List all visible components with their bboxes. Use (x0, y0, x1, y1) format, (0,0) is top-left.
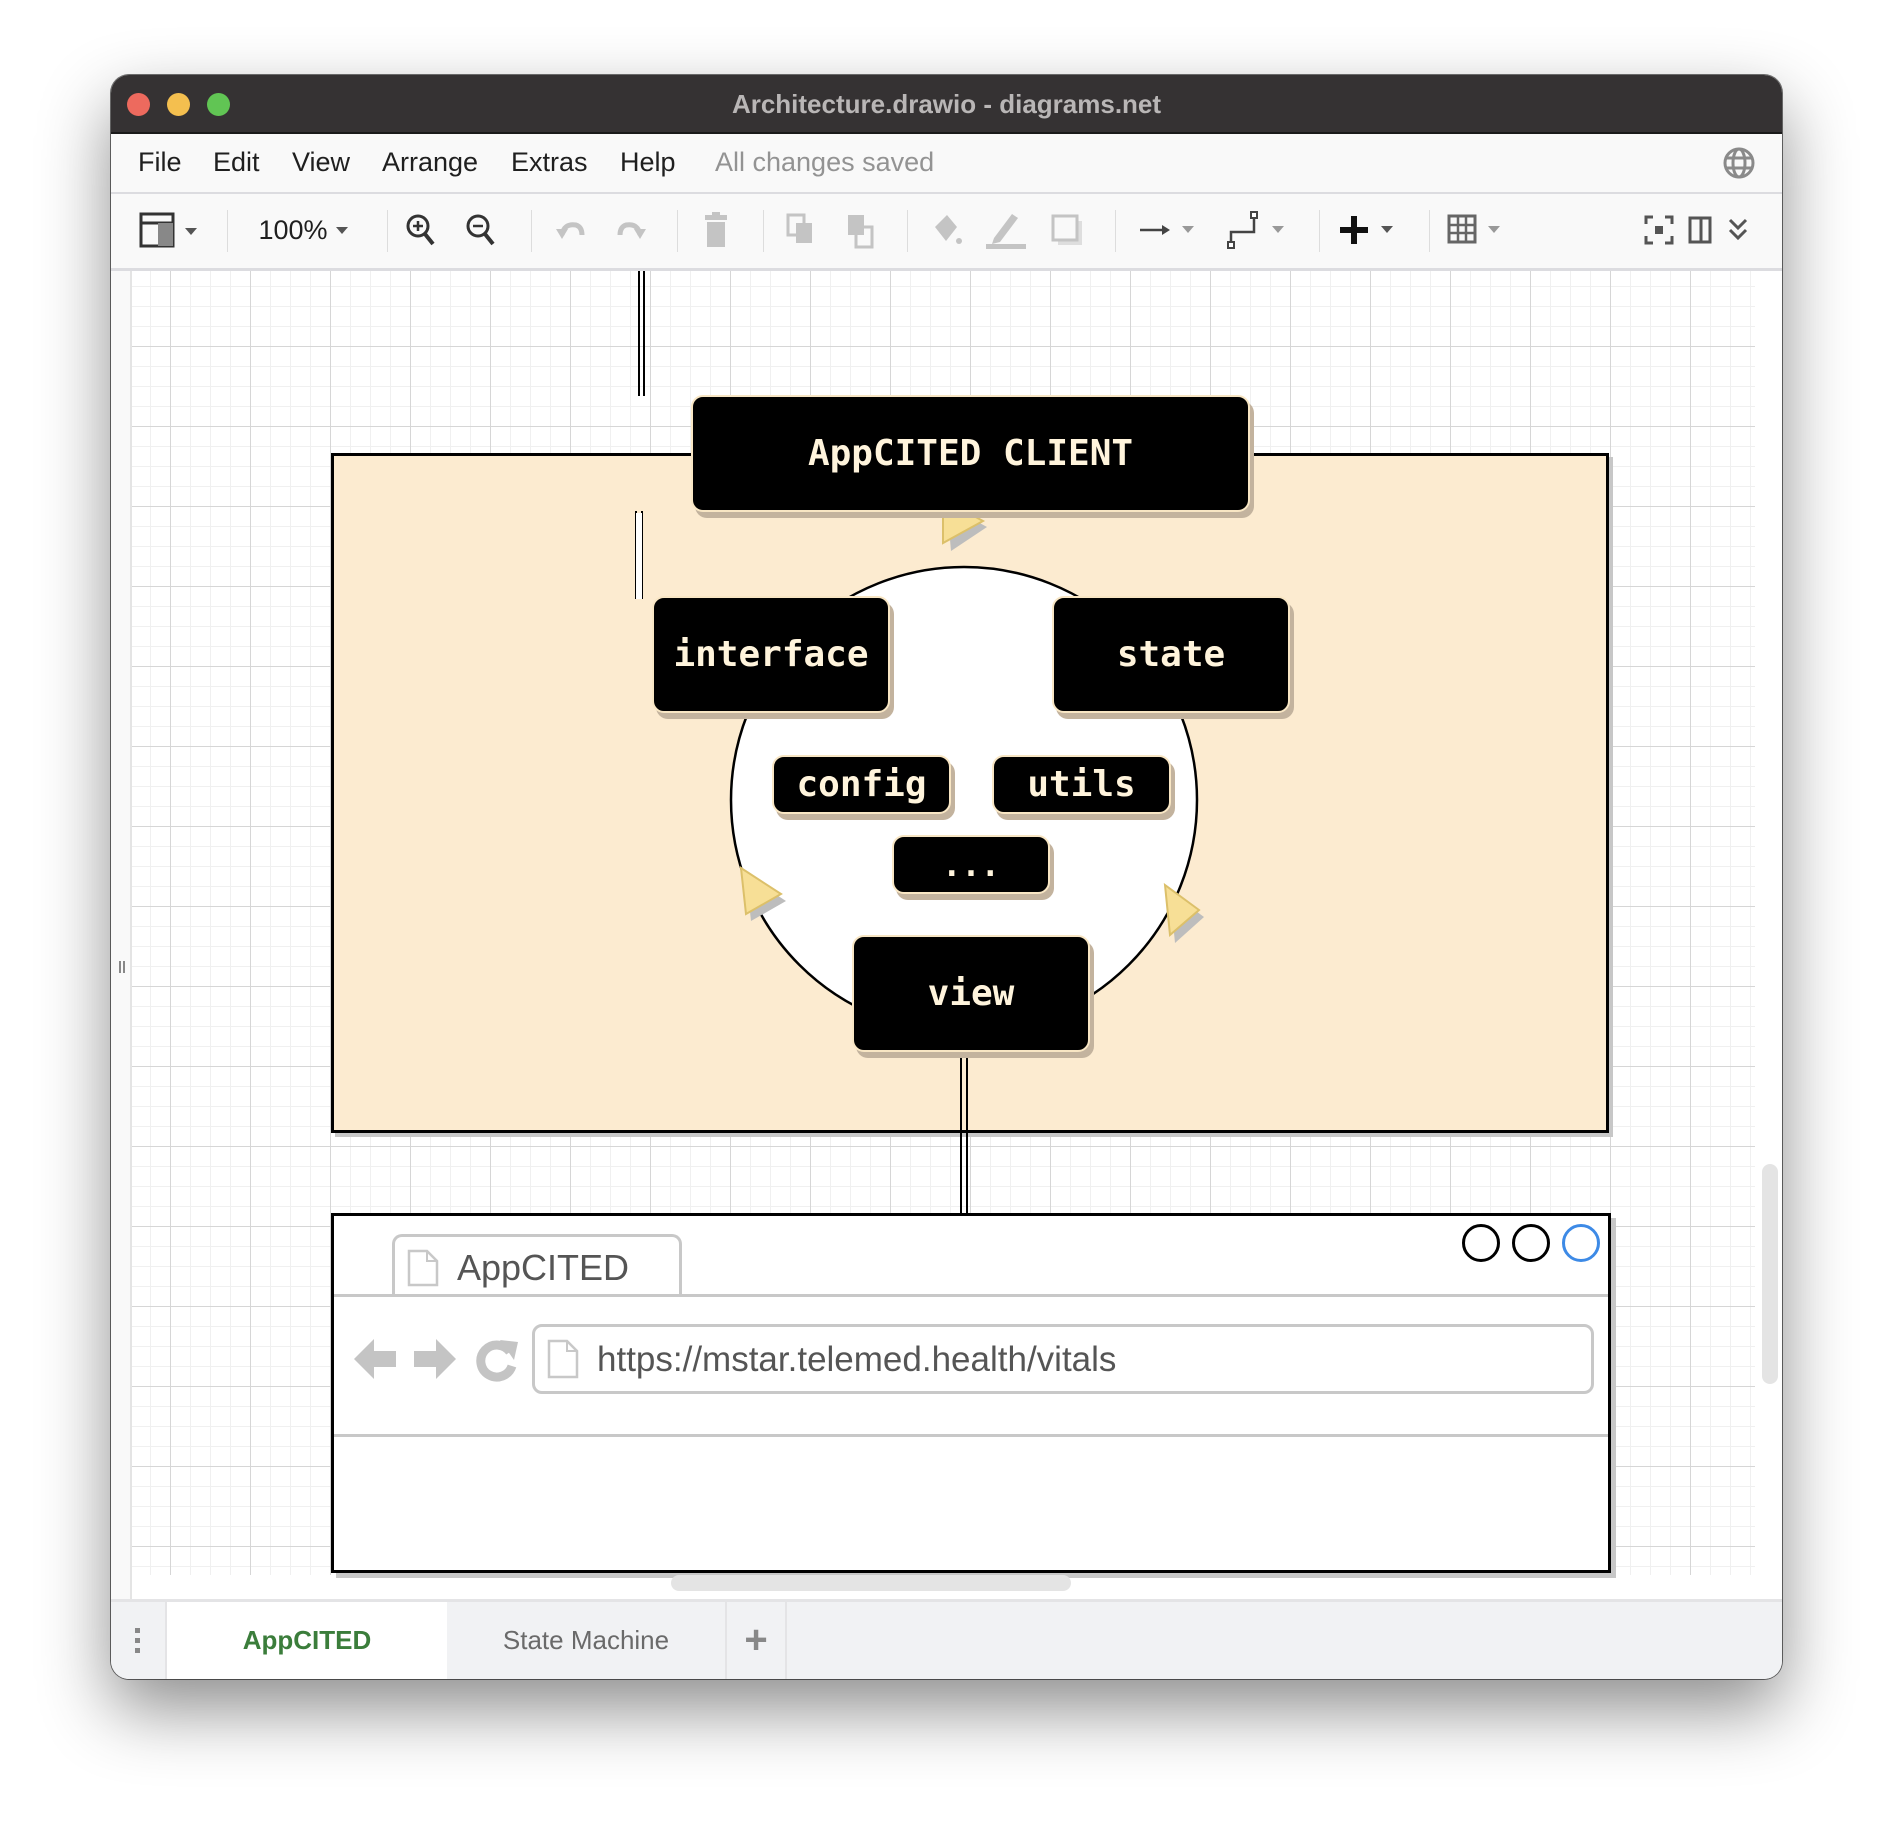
page-tab-label: State Machine (502, 1625, 670, 1655)
vertical-scrollbar[interactable] (1762, 1164, 1778, 1384)
delete-button[interactable] (696, 210, 736, 250)
zoom-dropdown[interactable]: 100% (251, 210, 361, 250)
menu-bar: File Edit View Arrange Extras Help All c… (111, 134, 1782, 194)
app-window: Architecture.drawio - diagrams.net File … (111, 75, 1782, 1679)
window-control-circle[interactable] (1462, 1224, 1500, 1262)
state-node[interactable]: state (1052, 596, 1290, 713)
menu-file[interactable]: File (138, 147, 182, 178)
page-tab-appcited[interactable]: AppCITED (167, 1602, 447, 1679)
collapse-chevrons-icon (1728, 218, 1748, 241)
menu-arrange[interactable]: Arrange (382, 147, 478, 178)
to-front-button[interactable] (781, 210, 821, 250)
insert-plus-icon (1340, 216, 1393, 244)
client-interface-edge (635, 511, 643, 599)
connection-style-dropdown[interactable] (1136, 210, 1206, 250)
zoom-out-button[interactable] (461, 210, 501, 250)
horizontal-scrollbar[interactable] (671, 1575, 1071, 1591)
menu-extras[interactable]: Extras (511, 147, 588, 178)
forward-arrow-icon[interactable] (412, 1336, 458, 1382)
zoom-out-icon (466, 214, 495, 246)
utils-label: utils (1027, 764, 1136, 805)
format-panel-icon (139, 212, 197, 248)
waypoints-dropdown[interactable] (1226, 210, 1296, 250)
to-back-icon (848, 215, 874, 249)
page-tab-state-machine[interactable]: State Machine (447, 1602, 727, 1679)
table-dropdown[interactable] (1446, 210, 1516, 250)
fill-color-icon (935, 215, 962, 244)
title-bar: Architecture.drawio - diagrams.net (111, 75, 1782, 134)
appcited-client-node[interactable]: AppCITED CLIENT (691, 395, 1250, 512)
view-label: view (927, 973, 1015, 1014)
line-color-icon (986, 214, 1026, 249)
window-control-circle-selected[interactable] (1562, 1224, 1600, 1262)
plus-icon: + (744, 1618, 768, 1662)
zoom-level: 100% (258, 214, 328, 245)
to-back-button[interactable] (841, 210, 881, 250)
more-modules-label: ... (942, 845, 1000, 884)
redo-icon (617, 222, 646, 239)
cycle-arrow-right (1163, 882, 1204, 943)
globe-icon[interactable] (1722, 146, 1756, 180)
window-control-circle[interactable] (1512, 1224, 1550, 1262)
insert-dropdown[interactable] (1339, 210, 1409, 250)
fill-color-button[interactable] (926, 210, 966, 250)
table-icon (1447, 214, 1500, 244)
config-label: config (796, 764, 927, 805)
appcited-client-label: AppCITED CLIENT (807, 433, 1134, 474)
format-toggle-icon (1688, 216, 1712, 244)
interface-label: interface (673, 634, 869, 675)
menu-help[interactable]: Help (620, 147, 676, 178)
shadow-icon (1051, 214, 1082, 245)
shadow-button[interactable] (1047, 210, 1087, 250)
page-icon (407, 1249, 439, 1287)
fullscreen-button[interactable] (1641, 210, 1677, 250)
state-label: state (1116, 634, 1226, 675)
waypoints-icon (1227, 211, 1284, 249)
menu-edit[interactable]: Edit (213, 147, 260, 178)
format-toggle-button[interactable] (1685, 210, 1715, 250)
browser-tab[interactable]: AppCITED (392, 1234, 682, 1296)
view-node[interactable]: view (852, 935, 1090, 1052)
config-node[interactable]: config (772, 755, 951, 814)
redo-button[interactable] (611, 210, 651, 250)
utils-node[interactable]: utils (992, 755, 1171, 814)
page-tab-bar: AppCITED State Machine + (111, 1599, 1782, 1679)
url-page-icon (547, 1339, 579, 1379)
collapse-toolbar-button[interactable] (1723, 210, 1753, 250)
more-modules-node[interactable]: ... (892, 835, 1050, 894)
reload-icon[interactable] (474, 1336, 520, 1382)
menu-view[interactable]: View (292, 147, 350, 178)
vertical-dots-icon (135, 1627, 140, 1653)
undo-icon (556, 222, 585, 239)
line-color-button[interactable] (983, 210, 1029, 250)
fullscreen-icon (1644, 215, 1674, 245)
zoom-in-button[interactable] (401, 210, 441, 250)
back-arrow-icon[interactable] (352, 1336, 398, 1382)
browser-tab-title: AppCITED (457, 1247, 630, 1288)
diagram-canvas[interactable]: AppCITED CLIENT interface state config u… (111, 271, 1782, 1602)
browser-url-text: https://mstar.telemed.health/vitals (597, 1340, 1117, 1379)
save-status: All changes saved (715, 147, 935, 177)
page-tab-label: AppCITED (242, 1625, 372, 1655)
add-page-button[interactable]: + (727, 1602, 787, 1679)
delete-icon (705, 212, 727, 247)
zoom-in-icon (406, 214, 435, 246)
format-panel-button[interactable] (139, 210, 209, 250)
connection-arrow-icon (1140, 225, 1194, 235)
browser-content-divider (334, 1434, 1608, 1437)
toolbar: 100% (111, 194, 1782, 271)
browser-url-bar[interactable]: https://mstar.telemed.health/vitals (532, 1324, 1594, 1394)
tab-divider (334, 1294, 1608, 1297)
interface-node[interactable]: interface (652, 596, 890, 713)
browser-mockup[interactable]: AppCITED https://mstar.telemed.health/vi… (331, 1213, 1611, 1573)
pages-menu-button[interactable] (111, 1602, 167, 1679)
to-front-icon (786, 213, 812, 243)
window-title: Architecture.drawio - diagrams.net (731, 89, 1162, 119)
undo-button[interactable] (551, 210, 591, 250)
